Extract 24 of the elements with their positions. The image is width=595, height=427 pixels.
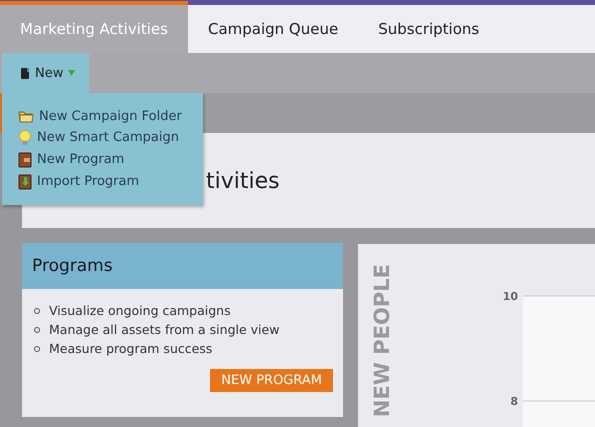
bullet-text: Measure program success: [49, 341, 212, 356]
page-title: tivities: [206, 169, 280, 194]
caret-icon: [68, 70, 76, 76]
new-program-button[interactable]: NEW PROGRAM: [210, 369, 333, 392]
bullet-icon: [34, 346, 40, 352]
tick-label: 8: [510, 395, 518, 408]
tab[interactable]: Campaign Queue: [188, 1, 358, 53]
bullet-icon: [34, 308, 40, 314]
bullet-text: Manage all assets from a single view: [49, 322, 280, 337]
menu-item[interactable]: New Smart Campaign: [2, 130, 203, 146]
axis-label: NEW PEOPLE: [370, 264, 394, 418]
folder-icon: [18, 109, 34, 123]
menu-item[interactable]: New Program: [2, 152, 203, 168]
bullet-icon: [34, 326, 40, 332]
bullet-text: Visualize ongoing campaigns: [49, 303, 231, 318]
tick-label: 10: [502, 290, 518, 303]
lightbulb-icon: [18, 130, 32, 146]
menu-item[interactable]: Import Program: [2, 174, 203, 190]
book-download-icon: [18, 174, 32, 190]
menu-item[interactable]: New Campaign Folder: [2, 108, 203, 124]
card-title: Programs: [22, 243, 343, 289]
book-icon: [18, 152, 32, 168]
tab[interactable]: Subscriptions: [358, 1, 500, 53]
new-button[interactable]: New: [2, 53, 90, 93]
